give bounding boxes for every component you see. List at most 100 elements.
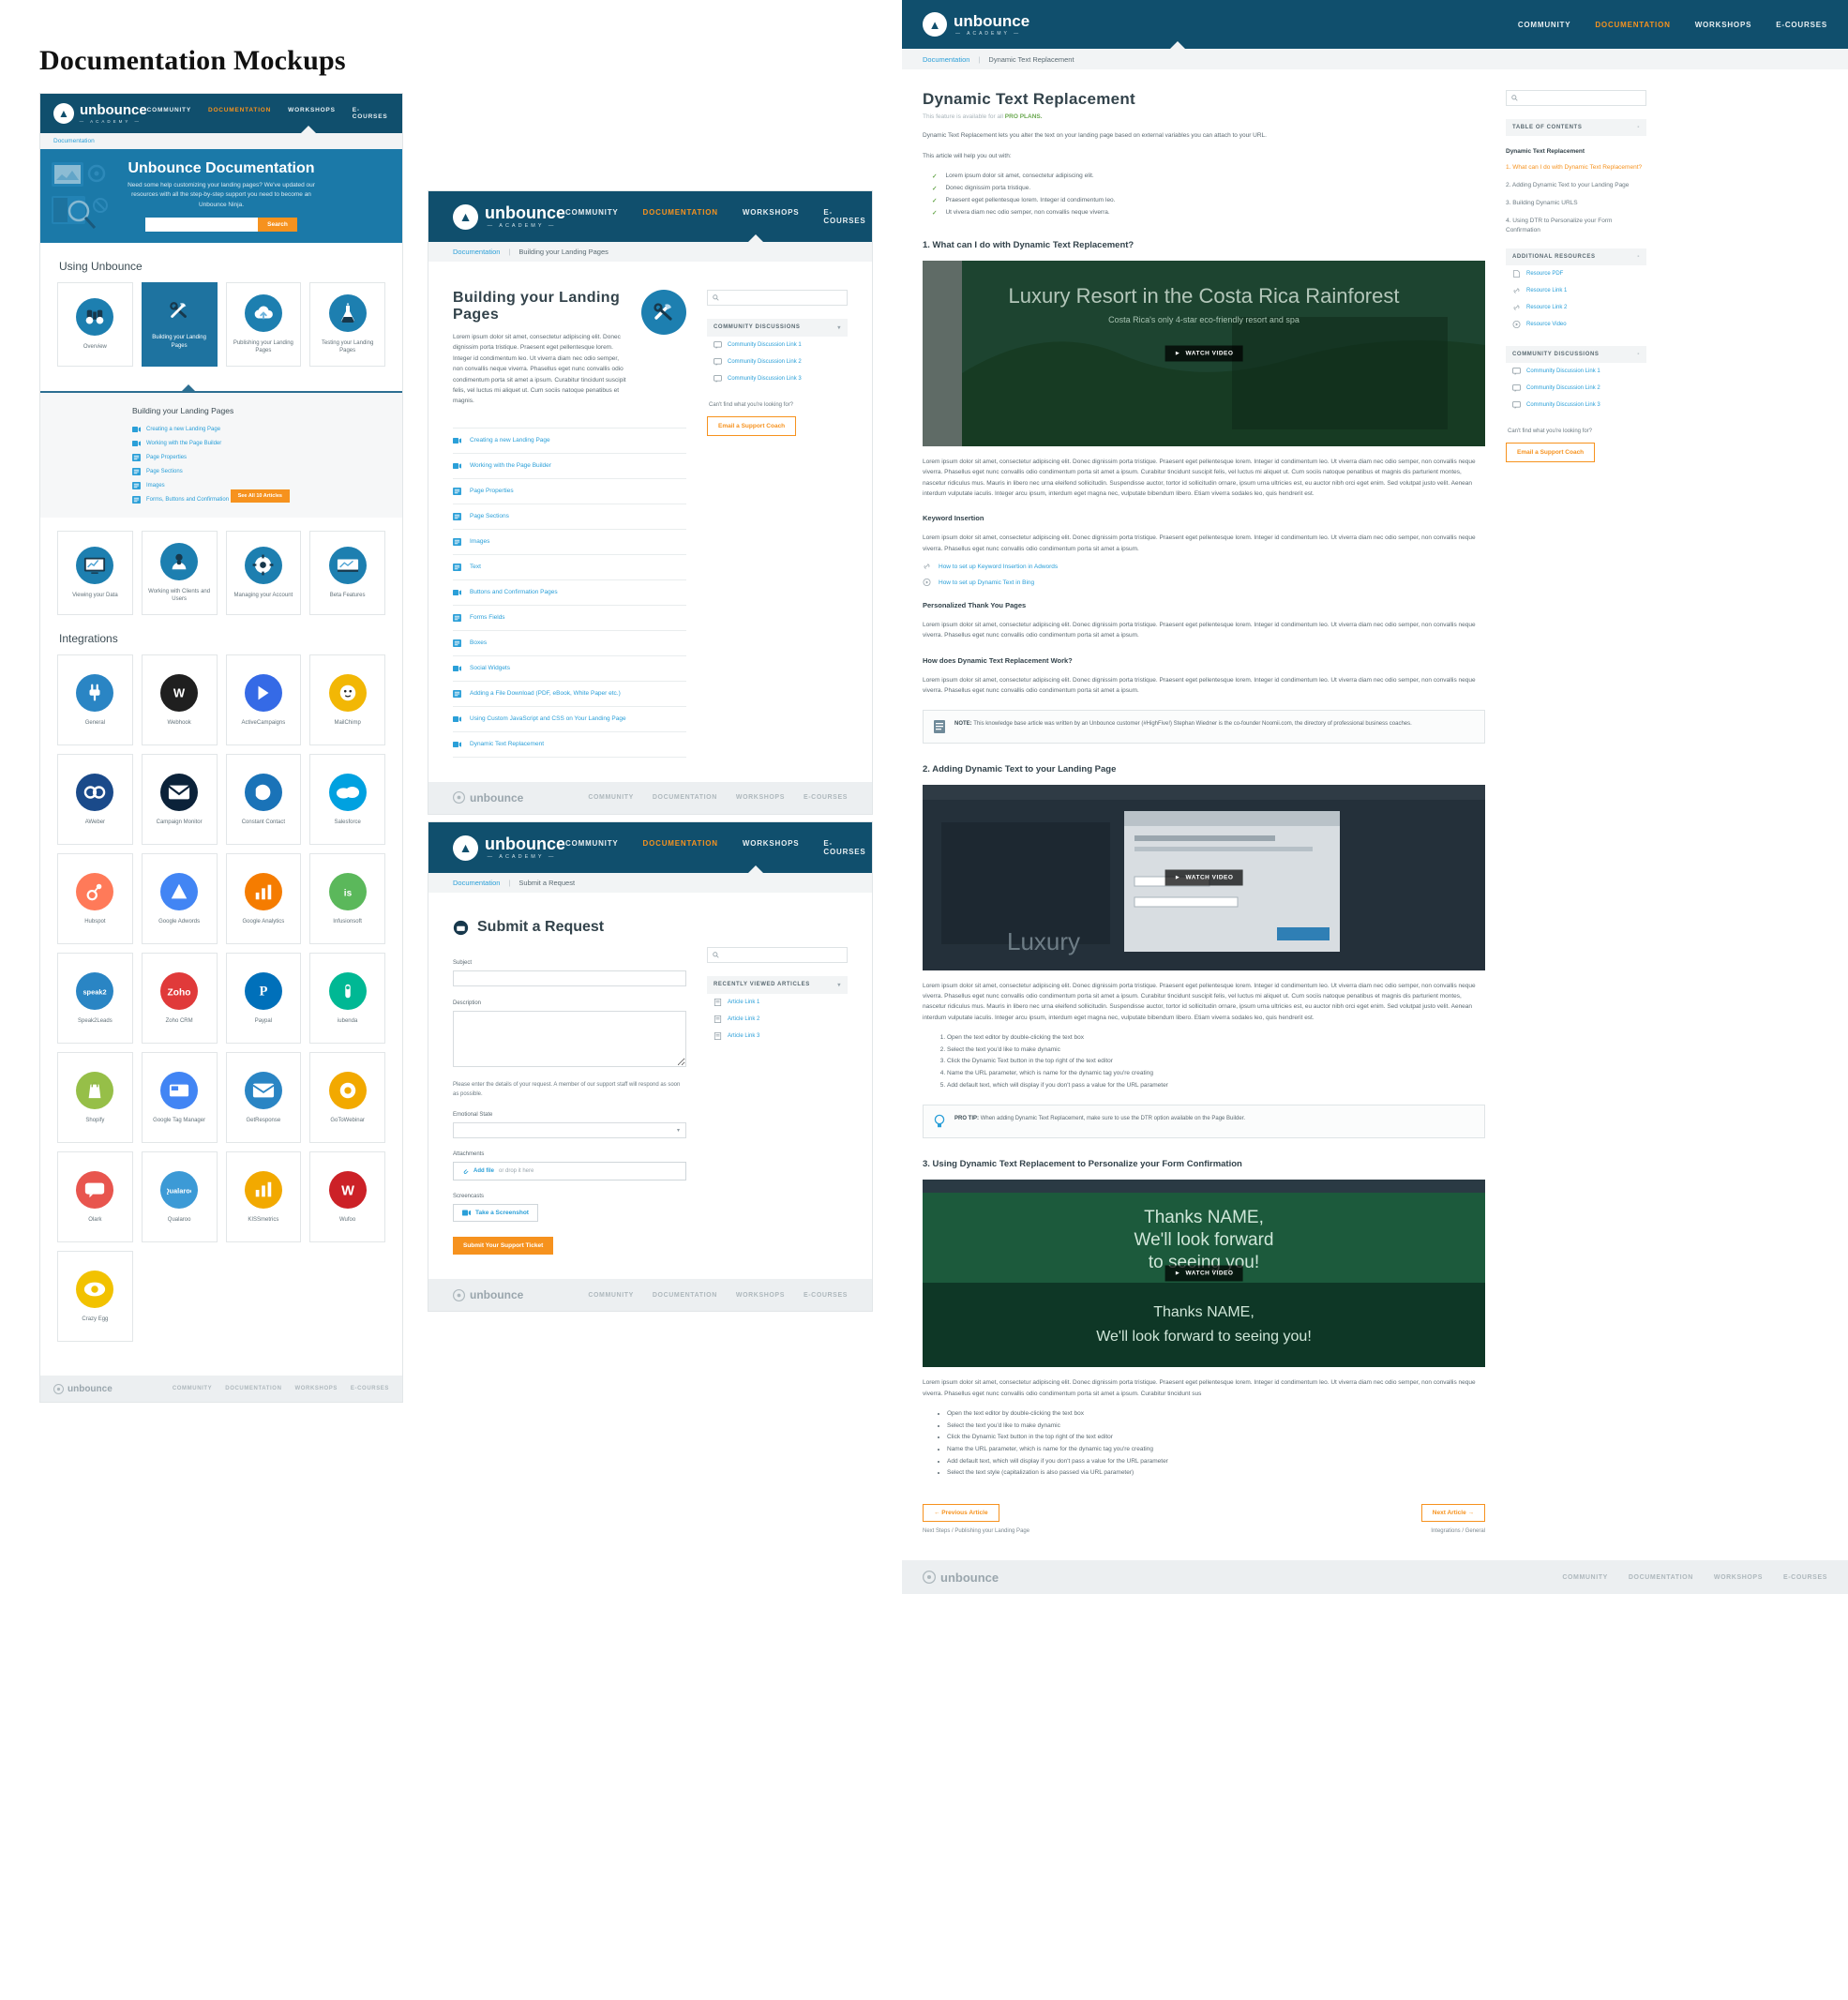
logo[interactable]: ▲ unbounce — ACADEMY — [53,103,147,124]
search-input[interactable] [145,218,258,233]
integration-card-wufoo[interactable]: W Wufoo [309,1151,385,1242]
footer-link-ecourses[interactable]: E-COURSES [804,1292,848,1299]
article-link[interactable]: Forms Fields [470,614,505,621]
breadcrumb-documentation[interactable]: Documentation [53,138,95,144]
integration-card-google-analytics[interactable]: Google Analytics [225,853,302,944]
search-input[interactable] [707,290,848,306]
footer-link-documentation[interactable]: DOCUMENTATION [653,794,717,801]
article-link[interactable]: Adding a File Download (PDF, eBook, Whit… [470,690,621,697]
integration-card-infusionsoft[interactable]: is Infusionsoft [309,853,385,944]
expander-article-link[interactable]: Creating a new Landing Page [146,427,220,432]
subsection-link-row[interactable]: How to set up Keyword Insertion in Adwor… [923,563,1485,570]
subsection-link[interactable]: How to set up Keyword Insertion in Adwor… [939,564,1058,570]
recently-viewed-article-link[interactable]: Article Link 3 [728,1033,759,1039]
description-field[interactable] [453,1011,686,1067]
recently-viewed-article-row[interactable]: Article Link 2 [707,1011,848,1028]
recently-viewed-article-row[interactable]: Article Link 3 [707,1028,848,1045]
article-list-row[interactable]: Social Widgets [453,656,686,682]
integration-card-iubenda[interactable]: iubenda [309,953,385,1044]
breadcrumb-documentation[interactable]: Documentation [453,879,500,887]
toc-item[interactable]: 1. What can I do with Dynamic Text Repla… [1506,163,1646,173]
recently-viewed-article-link[interactable]: Article Link 1 [728,1000,759,1005]
watch-video-button[interactable]: ► WATCH VIDEO [1164,869,1243,885]
article-list-row[interactable]: Forms Fields [453,606,686,631]
article-list-row[interactable]: Page Properties [453,479,686,504]
article-link[interactable]: Social Widgets [470,665,510,671]
nav-item-ecourses[interactable]: E-COURSES [823,839,865,856]
article-list-row[interactable]: Buttons and Confirmation Pages [453,580,686,606]
expander-article-row[interactable]: Page Sections [132,464,402,478]
article-list-row[interactable]: Working with the Page Builder [453,454,686,479]
expander-article-link[interactable]: Page Properties [146,455,187,460]
subject-field[interactable] [453,970,686,986]
footer-link-ecourses[interactable]: E-COURSES [351,1386,389,1391]
community-discussion-row[interactable]: Community Discussion Link 1 [1506,363,1646,380]
breadcrumb-documentation[interactable]: Documentation [453,248,500,256]
breadcrumb-documentation[interactable]: Documentation [923,55,969,64]
footer-link-workshops[interactable]: WORKSHOPS [736,794,785,801]
integration-card-webhook[interactable]: W Webhook [141,654,218,745]
resource-row[interactable]: Resource Video [1506,316,1646,333]
category-card-testing-your-landing-pages[interactable]: Testing your Landing Pages [309,282,385,367]
footer-link-documentation[interactable]: DOCUMENTATION [653,1292,717,1299]
resource-link[interactable]: Resource Video [1526,322,1567,327]
nav-item-workshops[interactable]: WORKSHOPS [743,839,800,856]
community-discussion-link[interactable]: Community Discussion Link 1 [728,342,802,348]
expander-article-row[interactable]: Page Properties [132,450,402,464]
footer-logo[interactable]: unbounce [453,791,523,805]
toc-item[interactable]: 4. Using DTR to Personalize your Form Co… [1506,217,1646,235]
integration-card-zoho-crm[interactable]: Zoho Zoho CRM [141,953,218,1044]
expander-article-link[interactable]: Images [146,483,165,489]
logo[interactable]: ▲ unbounce — ACADEMY — [923,12,1029,37]
article-link[interactable]: Using Custom JavaScript and CSS on Your … [470,715,626,722]
integration-card-constant-contact[interactable]: Constant Contact [225,754,302,845]
community-discussions-header[interactable]: COMMUNITY DISCUSSIONS ▾ [707,319,848,337]
recently-viewed-article-row[interactable]: Article Link 1 [707,994,848,1011]
nav-item-documentation[interactable]: DOCUMENTATION [643,839,718,856]
integration-card-paypal[interactable]: P Paypal [225,953,302,1044]
community-discussion-link[interactable]: Community Discussion Link 2 [1526,385,1600,391]
footer-link-ecourses[interactable]: E-COURSES [1783,1574,1827,1581]
footer-link-workshops[interactable]: WORKSHOPS [295,1386,338,1391]
section-3-video[interactable]: Thanks NAME, We'll look forward to seein… [923,1180,1485,1368]
recently-viewed-header[interactable]: RECENTLY VIEWED ARTICLES ▾ [707,976,848,994]
footer-link-community[interactable]: COMMUNITY [588,1292,634,1299]
integration-card-general[interactable]: General [57,654,133,745]
resource-row[interactable]: Resource Link 2 [1506,299,1646,316]
category-card-working-with-clients-and-users[interactable]: Working with Clients and Users [141,531,218,615]
add-file-link[interactable]: Add file [473,1168,494,1174]
community-discussion-link[interactable]: Community Discussion Link 3 [728,376,802,382]
nav-item-workshops[interactable]: WORKSHOPS [1695,21,1752,29]
footer-link-documentation[interactable]: DOCUMENTATION [225,1386,281,1391]
community-discussion-row[interactable]: Community Discussion Link 3 [707,370,848,387]
nav-item-workshops[interactable]: WORKSHOPS [743,208,800,225]
article-link[interactable]: Buttons and Confirmation Pages [470,589,558,595]
logo[interactable]: ▲ unbounce — ACADEMY — [453,835,565,861]
expander-article-row[interactable]: Creating a new Landing Page [132,422,402,436]
article-link[interactable]: Page Properties [470,488,514,494]
nav-item-workshops[interactable]: WORKSHOPS [288,107,336,120]
nav-item-ecourses[interactable]: E-COURSES [1776,21,1827,29]
nav-item-documentation[interactable]: DOCUMENTATION [208,107,271,120]
article-link[interactable]: Dynamic Text Replacement [470,741,544,747]
section-2-video[interactable]: Luxury ► WATCH VIDEO [923,784,1485,970]
footer-logo[interactable]: unbounce [923,1571,999,1585]
integration-card-aweber[interactable]: AWeber [57,754,133,845]
integration-card-speak2leads[interactable]: speak2 Speak2Leads [57,953,133,1044]
category-card-viewing-your-data[interactable]: Viewing your Data [57,531,133,615]
article-link[interactable]: Boxes [470,639,487,646]
table-of-contents-header[interactable]: TABLE OF CONTENTS - [1506,119,1646,136]
footer-logo[interactable]: unbounce [53,1383,113,1394]
article-list-row[interactable]: Creating a new Landing Page [453,427,686,454]
expander-article-link[interactable]: Forms, Buttons and Confirmation [146,497,229,503]
footer-link-workshops[interactable]: WORKSHOPS [1714,1574,1763,1581]
integration-card-gotowebinar[interactable]: GoToWebinar [309,1052,385,1143]
article-list-row[interactable]: Using Custom JavaScript and CSS on Your … [453,707,686,732]
nav-item-community[interactable]: COMMUNITY [565,208,619,225]
integration-card-mailchimp[interactable]: MailChimp [309,654,385,745]
community-discussion-row[interactable]: Community Discussion Link 3 [1506,397,1646,414]
footer-link-workshops[interactable]: WORKSHOPS [736,1292,785,1299]
integration-card-getresponse[interactable]: GetResponse [225,1052,302,1143]
article-list-row[interactable]: Adding a File Download (PDF, eBook, Whit… [453,682,686,707]
footer-link-community[interactable]: COMMUNITY [173,1386,212,1391]
